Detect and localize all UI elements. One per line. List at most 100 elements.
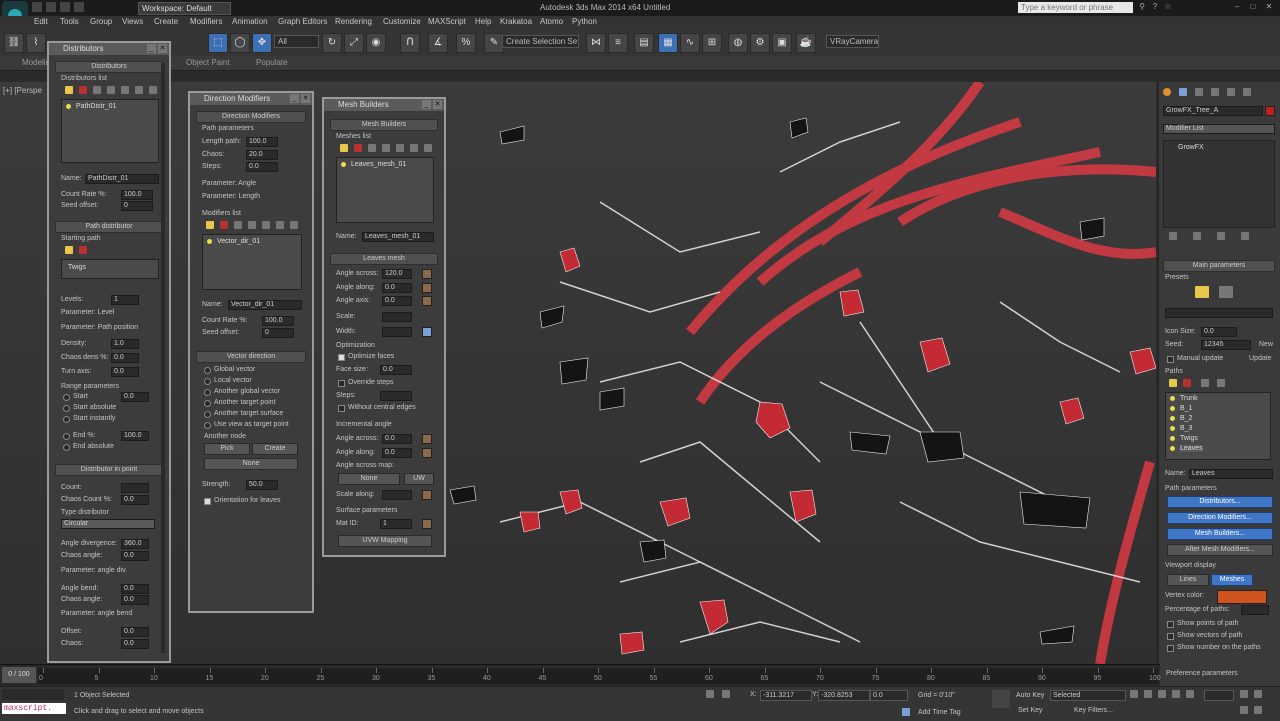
main-params-header[interactable]: Main parameters <box>1163 260 1275 272</box>
z-coordinate-input[interactable]: 0.0 <box>870 690 908 701</box>
paste-icon[interactable] <box>1217 379 1225 387</box>
instance-icon[interactable] <box>396 144 404 152</box>
hierarchy-tab-icon[interactable] <box>1195 88 1203 96</box>
named-selection-dropdown[interactable]: Create Selection Se <box>502 35 579 48</box>
rendered-frame-icon[interactable]: ▣ <box>772 33 792 53</box>
menu-rendering[interactable]: Rendering <box>335 17 372 26</box>
select-object-icon[interactable]: ⬚ <box>208 33 228 53</box>
ribbon-tab-populate[interactable]: Populate <box>256 58 288 67</box>
go-to-end-icon[interactable] <box>1186 690 1194 698</box>
list-item[interactable]: Twigs <box>1180 435 1198 442</box>
pick-button[interactable]: Pick <box>204 443 250 455</box>
steps-input[interactable] <box>380 391 412 401</box>
camera-label[interactable]: VRayCamera <box>826 35 879 48</box>
tree-icon[interactable] <box>149 86 157 94</box>
direction-modifiers-header[interactable]: Direction Modifiers <box>196 111 306 123</box>
param-angle-label[interactable]: Parameter: Angle <box>202 180 256 187</box>
list-item[interactable]: Vector_dir_01 <box>217 238 260 245</box>
quick-access-new-icon[interactable] <box>32 2 42 12</box>
delete-icon[interactable] <box>1183 379 1191 387</box>
mesh-builders-button[interactable]: Mesh Builders... <box>1167 528 1273 540</box>
curve-icon[interactable] <box>422 296 432 306</box>
panel-minimize-icon[interactable]: _ <box>147 44 156 53</box>
chaos-dens-input[interactable]: 0.0 <box>111 353 139 363</box>
add-icon[interactable] <box>206 221 214 229</box>
starting-path-list[interactable]: Twigs <box>61 259 159 279</box>
copy-icon[interactable] <box>1201 379 1209 387</box>
track-bar[interactable]: 0 5 10 15 20 25 30 35 40 45 50 55 60 65 70 75 80 85 90 95 10… <box>38 668 1161 684</box>
curve-icon[interactable] <box>422 283 432 293</box>
create-tab-icon[interactable] <box>1163 88 1171 96</box>
add-icon[interactable] <box>340 144 348 152</box>
edit-named-selection-icon[interactable]: ✎ <box>484 33 504 53</box>
orientation-checkbox[interactable] <box>204 498 211 505</box>
modifier-list-dropdown[interactable]: Modifier List <box>1163 124 1275 134</box>
close-icon[interactable]: ✕ <box>1264 2 1274 12</box>
add-icon[interactable] <box>65 86 73 94</box>
quick-access-open-icon[interactable] <box>46 2 56 12</box>
paste-icon[interactable] <box>107 86 115 94</box>
count-rate-input[interactable]: 100.0 <box>262 316 294 326</box>
add-icon[interactable] <box>1169 379 1177 387</box>
selected-dropdown[interactable]: Selected <box>1050 690 1126 701</box>
set-key-button[interactable]: Set Key <box>1018 707 1043 714</box>
override-steps-checkbox[interactable] <box>338 380 345 387</box>
curve-icon[interactable] <box>422 434 432 444</box>
mesh-builders-header[interactable]: Mesh Builders <box>330 119 438 131</box>
name-input[interactable]: PathDistr_01 <box>85 174 159 184</box>
chaos-angle2-input[interactable]: 0.0 <box>121 595 149 605</box>
menu-modifiers[interactable]: Modifiers <box>190 17 222 26</box>
set-key-mode-icon[interactable] <box>992 690 1010 708</box>
minimize-icon[interactable]: – <box>1232 2 1242 12</box>
another-global-vector-radio[interactable] <box>204 389 211 396</box>
preset-name-input[interactable] <box>1165 308 1273 318</box>
list-item[interactable]: Twigs <box>68 264 86 271</box>
maxscript-mini-listener[interactable]: maxscript. <box>2 703 66 714</box>
align-icon[interactable]: ≡ <box>608 33 628 53</box>
scene-explorer-icon[interactable]: ▦ <box>658 33 678 53</box>
start-absolute-radio[interactable] <box>63 405 70 412</box>
x-coordinate-input[interactable]: -311.3217 <box>760 690 812 701</box>
panel-close-icon[interactable]: ✕ <box>301 94 310 103</box>
panel-minimize-icon[interactable]: _ <box>422 100 431 109</box>
after-mesh-button[interactable]: After Mesh Modifiers... <box>1167 544 1273 556</box>
manual-update-checkbox[interactable] <box>1167 356 1174 363</box>
go-to-start-icon[interactable] <box>1130 690 1138 698</box>
param-path-position-label[interactable]: Parameter: Path position <box>61 324 138 331</box>
menu-python[interactable]: Python <box>572 17 597 26</box>
uvw-mapping-button[interactable]: UVW Mapping <box>338 535 432 547</box>
seed-offset-input[interactable]: 0 <box>121 201 153 211</box>
inc-across-input[interactable]: 0.0 <box>382 434 412 444</box>
path-distributor-header[interactable]: Path distributor <box>55 221 163 233</box>
face-size-input[interactable]: 0.0 <box>380 365 412 375</box>
chaos-input[interactable]: 0.0 <box>121 639 149 649</box>
quick-access-undo-icon[interactable] <box>74 2 84 12</box>
menu-help[interactable]: Help <box>475 17 491 26</box>
preference-params-rollout[interactable]: Preference parameters <box>1166 670 1238 677</box>
panel-close-icon[interactable]: ✕ <box>158 44 167 53</box>
panel-scrollbar[interactable] <box>161 63 165 653</box>
material-icon[interactable] <box>422 519 432 529</box>
quick-access-save-icon[interactable] <box>60 2 70 12</box>
chaos-count-input[interactable]: 0.0 <box>121 495 149 505</box>
isolate-icon[interactable] <box>722 690 730 698</box>
width-input[interactable] <box>382 327 412 337</box>
param-length-label[interactable]: Parameter: Length <box>202 193 260 200</box>
object-name-input[interactable]: GrowFX_Tree_A <box>1163 106 1263 116</box>
seed-input[interactable]: 12345 <box>1201 340 1251 350</box>
start-radio[interactable] <box>63 394 70 401</box>
up-icon[interactable] <box>410 144 418 152</box>
direction-modifiers-button[interactable]: Direction Modifiers... <box>1167 512 1273 524</box>
up-icon[interactable] <box>276 221 284 229</box>
snap-icon[interactable]: ᑎ <box>400 33 420 53</box>
preference-params-bar[interactable]: Preference parameters <box>1158 664 1280 686</box>
inc-along-input[interactable]: 0.0 <box>382 448 412 458</box>
mat-id-input[interactable]: 1 <box>380 519 412 529</box>
none-button[interactable]: None <box>204 458 298 470</box>
count-rate-input[interactable]: 100.0 <box>121 190 153 200</box>
remove-modifier-icon[interactable] <box>1241 232 1249 240</box>
steps-input[interactable]: 0.0 <box>246 162 278 172</box>
scale-along-input[interactable] <box>382 490 412 500</box>
global-vector-radio[interactable] <box>204 367 211 374</box>
layer-manager-icon[interactable]: ▤ <box>634 33 654 53</box>
